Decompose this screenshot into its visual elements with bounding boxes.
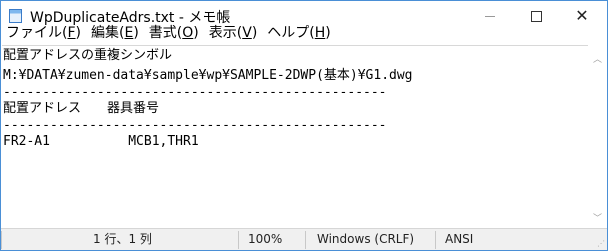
status-zoom: 100% — [248, 232, 283, 246]
menu-format[interactable]: 書式(O) — [149, 22, 199, 42]
menu-view-suffix: ) — [251, 25, 258, 41]
menu-format-suffix: ) — [193, 25, 199, 41]
status-position: 1 行、1 列 — [93, 232, 152, 246]
status-encoding: ANSI — [445, 232, 474, 246]
scroll-up-icon[interactable]: ︿ — [593, 52, 602, 65]
menu-help[interactable]: ヘルプ(H) — [267, 22, 330, 42]
status-divider — [435, 231, 436, 249]
editor-line: ----------------------------------------… — [3, 118, 387, 133]
editor-line: 配置アドレス 器具番号 — [3, 101, 160, 116]
menu-file-label: ファイル( — [6, 25, 68, 41]
menu-file-suffix: ) — [75, 25, 81, 41]
menu-help-suffix: ) — [325, 25, 331, 41]
editor-line: ----------------------------------------… — [3, 85, 387, 100]
maximize-icon — [530, 10, 542, 22]
menu-file[interactable]: ファイル(F) — [6, 22, 81, 42]
menu-bar: ファイル(F) 編集(E) 書式(O) 表示(V) ヘルプ(H) — [1, 21, 607, 43]
menu-edit-label: 編集( — [91, 25, 125, 41]
resize-grip-icon[interactable]: ⋰ — [597, 239, 605, 248]
text-editor[interactable]: 配置アドレスの重複シンボル M:¥DATA¥zumen-data¥sample¥… — [2, 45, 588, 229]
menu-file-key: F — [67, 25, 76, 41]
editor-line: FR2-A1 MCB1,THR1 — [3, 134, 199, 149]
vertical-scrollbar[interactable]: ︿ ﹀ — [589, 45, 606, 228]
menu-view[interactable]: 表示(V) — [209, 22, 258, 42]
status-divider — [305, 231, 306, 249]
status-divider — [238, 231, 239, 249]
menu-help-label: ヘルプ( — [267, 25, 315, 41]
status-line-ending: Windows (CRLF) — [317, 232, 415, 246]
editor-line: M:¥DATA¥zumen-data¥sample¥wp¥SAMPLE-2DWP… — [3, 68, 413, 83]
menu-edit[interactable]: 編集(E) — [91, 22, 139, 42]
menu-view-key: V — [242, 25, 252, 41]
status-divider — [1, 231, 2, 249]
minimize-icon — [485, 15, 495, 17]
menu-format-key: O — [182, 25, 194, 41]
editor-line: 配置アドレスの重複シンボル — [3, 48, 173, 63]
menu-edit-suffix: ) — [133, 25, 139, 41]
menu-format-label: 書式( — [148, 25, 183, 41]
menu-help-key: H — [314, 25, 326, 41]
status-bar: 1 行、1 列 100% Windows (CRLF) ANSI ⋰ — [1, 228, 607, 250]
notepad-window: WpDuplicateAdrs.txt - メモ帳 ✕ ファイル(F) 編集(E… — [0, 0, 608, 251]
menu-view-label: 表示( — [208, 25, 243, 41]
menu-edit-key: E — [124, 25, 134, 41]
scroll-down-icon[interactable]: ﹀ — [593, 211, 602, 224]
